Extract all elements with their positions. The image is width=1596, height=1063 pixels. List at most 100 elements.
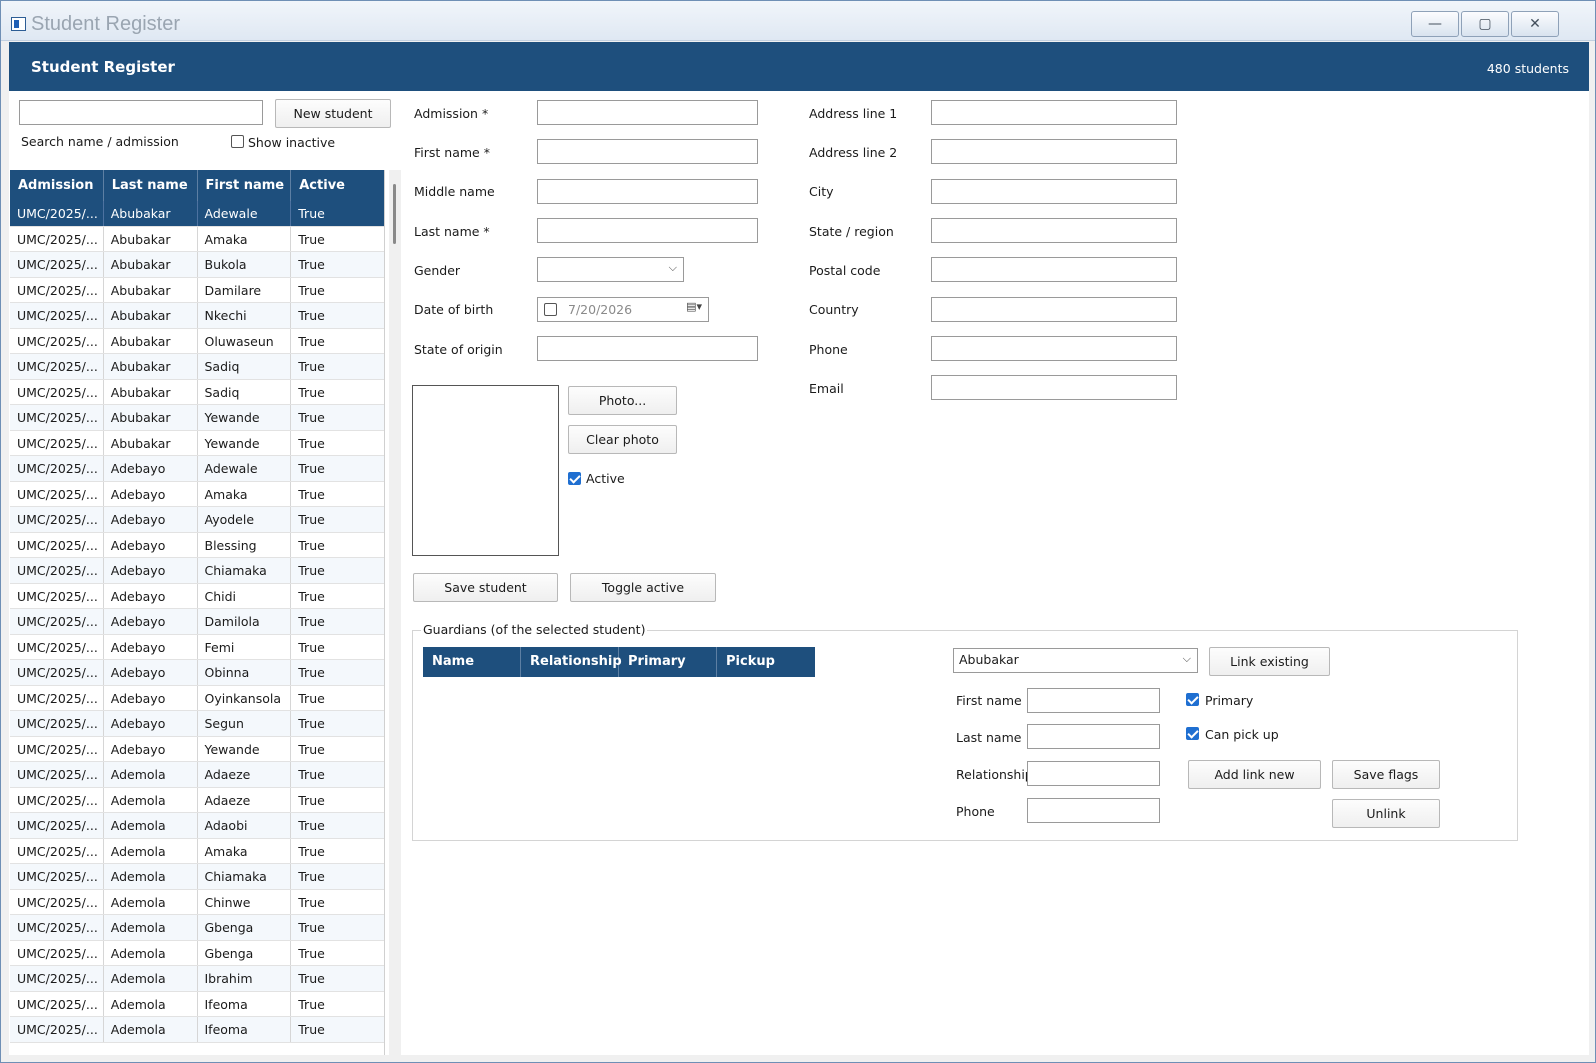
- active-checkbox[interactable]: [568, 472, 581, 485]
- table-row[interactable]: UMC/2025/... Abubakar Sadiq True: [10, 354, 384, 380]
- table-row[interactable]: UMC/2025/... Abubakar Yewande True: [10, 430, 384, 456]
- state-region-input[interactable]: [931, 218, 1177, 243]
- table-row[interactable]: UMC/2025/... Abubakar Yewande True: [10, 405, 384, 431]
- table-row[interactable]: UMC/2025/... Adebayo Yewande True: [10, 736, 384, 762]
- state-origin-input[interactable]: [537, 336, 758, 361]
- table-row[interactable]: UMC/2025/... Ademola Chinwe True: [10, 889, 384, 915]
- table-row[interactable]: UMC/2025/... Adebayo Damilola True: [10, 609, 384, 635]
- link-existing-button[interactable]: Link existing: [1209, 647, 1330, 676]
- table-row[interactable]: UMC/2025/... Ademola Ifeoma True: [10, 1017, 384, 1043]
- middle-name-input[interactable]: [537, 179, 758, 204]
- cell-active: True: [298, 1022, 325, 1037]
- guardian-first-name-input[interactable]: [1027, 688, 1160, 713]
- address1-input[interactable]: [931, 100, 1177, 125]
- clear-photo-button[interactable]: Clear photo: [568, 425, 677, 454]
- email-input[interactable]: [931, 375, 1177, 400]
- table-row[interactable]: UMC/2025/... Adebayo Chidi True: [10, 583, 384, 609]
- table-row[interactable]: UMC/2025/... Adebayo Blessing True: [10, 532, 384, 558]
- table-row[interactable]: UMC/2025/... Ademola Ifeoma True: [10, 991, 384, 1017]
- table-row[interactable]: UMC/2025/... Abubakar Amaka True: [10, 226, 384, 252]
- student-grid[interactable]: Admission Last name First name Active UM…: [10, 170, 385, 1055]
- grid-scrollbar[interactable]: [389, 170, 401, 1055]
- primary-checkbox[interactable]: [1186, 693, 1199, 706]
- cell-first-name: Sadiq: [198, 354, 292, 379]
- phone-input[interactable]: [931, 336, 1177, 361]
- cell-active: True: [298, 920, 325, 935]
- calendar-icon[interactable]: ▤▾: [686, 300, 702, 313]
- table-row[interactable]: UMC/2025/... Adebayo Femi True: [10, 634, 384, 660]
- cell-last-name: Ademola: [104, 991, 198, 1016]
- guardian-relationship-input[interactable]: [1027, 761, 1160, 786]
- table-row[interactable]: UMC/2025/... Ademola Gbenga True: [10, 915, 384, 941]
- gender-select[interactable]: ⌵: [537, 257, 684, 282]
- table-row[interactable]: UMC/2025/... Abubakar Oluwaseun True: [10, 328, 384, 354]
- table-row[interactable]: UMC/2025/... Adebayo Chiamaka True: [10, 558, 384, 584]
- minimize-button[interactable]: —: [1411, 11, 1459, 37]
- postal-input[interactable]: [931, 257, 1177, 282]
- table-row[interactable]: UMC/2025/... Adebayo Oyinkansola True: [10, 685, 384, 711]
- cell-active: True: [298, 231, 325, 247]
- postal-label: Postal code: [809, 263, 881, 278]
- cell-first-name: Blessing: [198, 532, 292, 557]
- table-row[interactable]: UMC/2025/... Abubakar Adewale True: [10, 201, 384, 227]
- dob-checkbox[interactable]: [544, 303, 557, 316]
- guardian-last-name-input[interactable]: [1027, 724, 1160, 749]
- add-link-new-button[interactable]: Add link new: [1188, 760, 1321, 789]
- table-row[interactable]: UMC/2025/... Abubakar Damilare True: [10, 277, 384, 303]
- cell-active: True: [298, 461, 325, 476]
- table-row[interactable]: UMC/2025/... Ademola Adaobi True: [10, 813, 384, 839]
- table-row[interactable]: UMC/2025/... Adebayo Amaka True: [10, 481, 384, 507]
- col-first-name[interactable]: First name: [198, 170, 292, 201]
- guardian-select[interactable]: Abubakar ⌵: [953, 648, 1198, 673]
- city-input[interactable]: [931, 179, 1177, 204]
- guardian-col-name[interactable]: Name: [423, 647, 521, 677]
- toggle-active-button[interactable]: Toggle active: [570, 573, 716, 602]
- cell-first-name: Ibrahim: [198, 966, 292, 991]
- table-row[interactable]: UMC/2025/... Abubakar Bukola True: [10, 252, 384, 278]
- table-row[interactable]: UMC/2025/... Ademola Amaka True: [10, 838, 384, 864]
- guardian-col-primary[interactable]: Primary: [619, 647, 717, 677]
- can-pick-up-checkbox[interactable]: [1186, 727, 1199, 740]
- cell-admission: UMC/2025/...: [10, 915, 104, 940]
- first-name-input[interactable]: [537, 139, 758, 164]
- cell-last-name: Ademola: [104, 940, 198, 965]
- table-row[interactable]: UMC/2025/... Abubakar Nkechi True: [10, 303, 384, 329]
- country-input[interactable]: [931, 297, 1177, 322]
- guardian-phone-input[interactable]: [1027, 798, 1160, 823]
- table-row[interactable]: UMC/2025/... Ademola Chiamaka True: [10, 864, 384, 890]
- col-last-name[interactable]: Last name: [104, 170, 198, 201]
- table-row[interactable]: UMC/2025/... Ademola Adaeze True: [10, 762, 384, 788]
- photo-preview: [412, 385, 559, 556]
- new-student-button[interactable]: New student: [275, 99, 391, 128]
- col-active[interactable]: Active: [291, 170, 384, 201]
- dob-picker[interactable]: 7/20/2026 ▤▾: [537, 297, 709, 322]
- search-input[interactable]: [19, 100, 263, 125]
- close-button[interactable]: ✕: [1511, 11, 1559, 37]
- cell-active: True: [298, 282, 325, 298]
- table-row[interactable]: UMC/2025/... Ademola Ibrahim True: [10, 966, 384, 992]
- col-admission[interactable]: Admission: [10, 170, 104, 201]
- guardian-col-relationship[interactable]: Relationship: [521, 647, 622, 677]
- show-inactive-checkbox[interactable]: [231, 135, 244, 148]
- cell-active: True: [298, 971, 325, 986]
- guardians-title: Guardians (of the selected student): [421, 622, 648, 637]
- admission-input[interactable]: [537, 100, 758, 125]
- table-row[interactable]: UMC/2025/... Adebayo Adewale True: [10, 456, 384, 482]
- photo-button[interactable]: Photo...: [568, 386, 677, 415]
- address2-input[interactable]: [931, 139, 1177, 164]
- table-row[interactable]: UMC/2025/... Adebayo Segun True: [10, 711, 384, 737]
- unlink-button[interactable]: Unlink: [1332, 799, 1440, 828]
- table-row[interactable]: UMC/2025/... Ademola Adaeze True: [10, 787, 384, 813]
- scrollbar-thumb[interactable]: [393, 184, 396, 244]
- save-student-button[interactable]: Save student: [413, 573, 558, 602]
- guardian-col-pickup[interactable]: Pickup: [717, 647, 815, 677]
- save-flags-button[interactable]: Save flags: [1332, 760, 1440, 789]
- table-row[interactable]: UMC/2025/... Adebayo Obinna True: [10, 660, 384, 686]
- cell-first-name: Bukola: [198, 252, 292, 277]
- maximize-button[interactable]: ▢: [1461, 11, 1509, 37]
- guardian-select-value: Abubakar: [959, 652, 1019, 667]
- table-row[interactable]: UMC/2025/... Ademola Gbenga True: [10, 940, 384, 966]
- table-row[interactable]: UMC/2025/... Adebayo Ayodele True: [10, 507, 384, 533]
- last-name-input[interactable]: [537, 218, 758, 243]
- table-row[interactable]: UMC/2025/... Abubakar Sadiq True: [10, 379, 384, 405]
